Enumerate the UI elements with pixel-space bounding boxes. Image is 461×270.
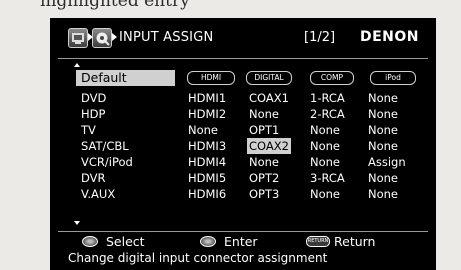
table-row: DVR HDMI5 OPT2 3-RCA None <box>50 170 436 186</box>
scroll-down-icon <box>74 221 80 225</box>
footer-hints: Select Enter RETURN Return Change digital… <box>50 232 436 270</box>
source-name: DVD <box>81 91 107 105</box>
table-row: TV None OPT1 None None <box>50 122 436 138</box>
enter-label: Enter <box>224 234 258 249</box>
digital-assignment[interactable]: OPT3 <box>249 186 279 202</box>
digital-assignment[interactable]: None <box>249 106 279 122</box>
column-header-ipod: iPod <box>370 71 416 85</box>
column-header-digital: DIGITAL <box>246 71 292 85</box>
return-hint: RETURN Return <box>306 234 375 249</box>
menu-header: INPUT ASSIGN [1/2] DENON <box>50 18 436 58</box>
table-row: SAT/CBL HDMI3 COAX2 None None <box>50 138 436 154</box>
hdmi-assignment[interactable]: HDMI2 <box>188 106 226 122</box>
setup-menu-icon <box>68 28 88 48</box>
hdmi-assignment[interactable]: HDMI1 <box>188 90 226 106</box>
cropped-caption: highlighted entry <box>40 0 190 11</box>
select-hint: Select <box>82 234 145 249</box>
hdmi-assignment[interactable]: HDMI6 <box>188 186 226 202</box>
comp-assignment[interactable]: None <box>310 186 340 202</box>
ipod-assignment[interactable]: None <box>368 186 398 202</box>
select-dial-icon <box>82 236 98 247</box>
table-row: V.AUX HDMI6 OPT3 None None <box>50 186 436 202</box>
hdmi-assignment[interactable]: HDMI3 <box>188 138 226 154</box>
table-row: DVD HDMI1 COAX1 1-RCA None <box>50 90 436 106</box>
default-option[interactable]: Default <box>76 70 175 86</box>
enter-dial-icon <box>200 236 216 247</box>
enter-hint: Enter <box>200 234 258 249</box>
digital-assignment[interactable]: OPT1 <box>249 122 279 138</box>
table-row: VCR/iPod HDMI4 None None Assign <box>50 154 436 170</box>
hdmi-assignment[interactable]: None <box>188 122 218 138</box>
digital-assignment-selected[interactable]: COAX2 <box>247 138 291 154</box>
source-name: TV <box>81 123 96 137</box>
page-indicator: [1/2] <box>304 30 336 45</box>
source-name: V.AUX <box>81 187 116 201</box>
osd-screen: INPUT ASSIGN [1/2] DENON Default HDMI DI… <box>50 18 436 270</box>
return-button-icon: RETURN <box>306 236 330 247</box>
hdmi-assignment[interactable]: HDMI5 <box>188 170 226 186</box>
comp-assignment[interactable]: 3-RCA <box>310 170 345 186</box>
digital-assignment[interactable]: OPT2 <box>249 170 279 186</box>
source-icon <box>92 28 112 48</box>
source-name: HDP <box>81 107 106 121</box>
scroll-up-icon <box>74 63 80 67</box>
comp-assignment[interactable]: 1-RCA <box>310 90 345 106</box>
table-row: HDP HDMI2 None 2-RCA None <box>50 106 436 122</box>
ipod-assignment[interactable]: Assign <box>368 154 406 170</box>
comp-assignment[interactable]: None <box>310 122 340 138</box>
source-name: SAT/CBL <box>81 139 129 153</box>
source-name: VCR/iPod <box>81 155 133 169</box>
page-title: INPUT ASSIGN <box>119 30 214 45</box>
ipod-assignment[interactable]: None <box>368 170 398 186</box>
breadcrumb-arrow-icon <box>112 33 117 41</box>
hdmi-assignment[interactable]: HDMI4 <box>188 154 226 170</box>
digital-assignment[interactable]: COAX1 <box>249 90 289 106</box>
column-header-hdmi: HDMI <box>187 71 235 85</box>
ipod-assignment[interactable]: None <box>368 106 398 122</box>
ipod-assignment[interactable]: None <box>368 90 398 106</box>
source-name: DVR <box>81 171 106 185</box>
comp-assignment[interactable]: 2-RCA <box>310 106 345 122</box>
digital-assignment[interactable]: None <box>249 154 279 170</box>
return-label: Return <box>334 234 376 249</box>
ipod-assignment[interactable]: None <box>368 122 398 138</box>
ipod-assignment[interactable]: None <box>368 138 398 154</box>
help-text: Change digital input connector assignmen… <box>68 251 328 265</box>
select-label: Select <box>106 234 145 249</box>
comp-assignment[interactable]: None <box>310 138 340 154</box>
comp-assignment[interactable]: None <box>310 154 340 170</box>
column-header-comp: COMP <box>310 71 354 85</box>
header-divider <box>58 58 428 59</box>
brand-logo: DENON <box>360 29 420 45</box>
